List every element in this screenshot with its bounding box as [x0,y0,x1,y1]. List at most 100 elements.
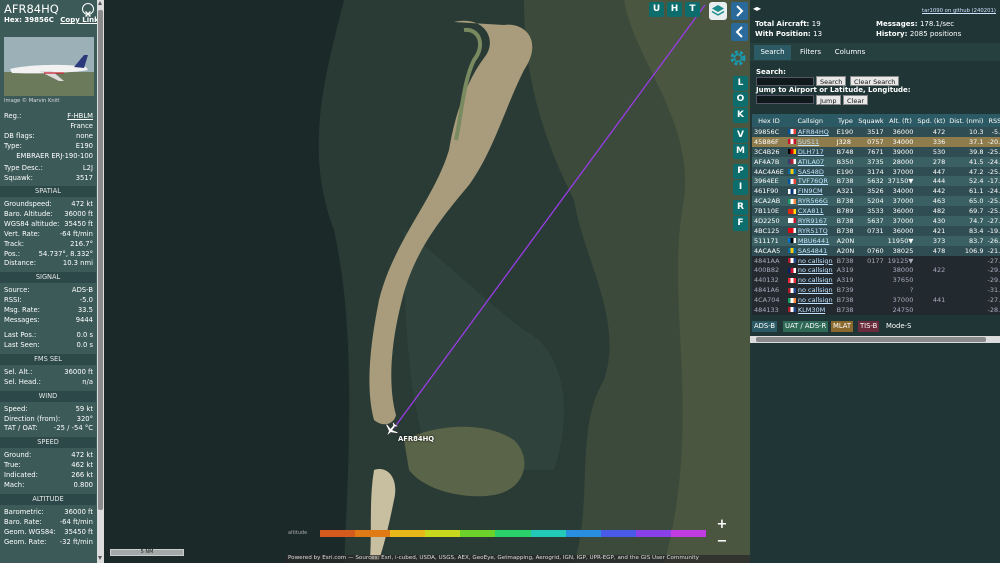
callsign-link[interactable]: RYR51TQ [798,227,828,235]
toggle-v-button[interactable]: V [733,128,748,143]
table-row[interactable]: 4D2250 RYR9167 B738 5637 37000 430 74.7-27.2 [752,216,1000,226]
search-button[interactable]: Search [816,76,847,86]
column-header[interactable]: RSSI [985,114,1000,127]
callsign-link[interactable]: no callsign [798,286,833,294]
altitude-cell: 37000 [892,197,914,206]
layers-button[interactable] [709,2,727,20]
map-view[interactable]: AFR84HQ U H T Powered by Esri.com — Sour… [104,0,750,563]
satellite-map[interactable] [104,0,750,563]
info-scrollbar-thumb[interactable] [98,10,103,510]
callsign-link[interactable]: TVF76QR [798,177,828,185]
table-row[interactable]: 461F90 FIN9CM A321 3526 34000 442 61.1-24.4 [752,186,1000,197]
table-row[interactable]: 7B110E CXA811 B789 3533 36000 482 69.7-25.9 [752,206,1000,217]
toggle-i-button[interactable]: I [733,180,748,195]
callsign-link[interactable]: no callsign [798,257,833,265]
toggle-l-button[interactable]: L [733,76,748,91]
info-scrollbar[interactable] [97,0,104,563]
column-header[interactable]: Callsign [785,114,835,127]
jump-input[interactable] [756,95,814,104]
toggle-h-button[interactable]: H [667,2,682,17]
callsign-link[interactable]: MBU6441 [798,237,829,245]
toggle-u-button[interactable]: U [649,2,664,17]
rssi-cell: -17.5 [987,177,1000,186]
callsign-link[interactable]: SUS11 [798,138,819,146]
tab-search[interactable]: Search [754,45,791,60]
table-row[interactable]: 4841A6 no callsignB739? -31.2 [752,285,1000,296]
callsign-link[interactable]: KLM30M [798,306,825,314]
toggle-t-button[interactable]: T [685,2,700,17]
expand-panel-button[interactable] [731,2,748,20]
toggle-p-button[interactable]: P [733,164,748,179]
callsign-link[interactable]: ATILA07 [798,158,824,166]
table-row[interactable]: 4841AA no callsignB738 017719125▼ -27.8 [752,255,1000,266]
speed-cell: 444 [932,177,946,186]
table-row[interactable]: 3C4B26 DLH717 B748 7671 39000 530 39.8-25.8 [752,146,1000,157]
altitude-color-swatch [670,530,707,537]
aircraft-photo[interactable] [4,37,94,96]
table-row[interactable]: 484133 KLM30M B738 24750 -28.1 [752,305,1000,315]
zoom-in-button[interactable]: + [714,518,730,532]
column-header[interactable]: Alt. (ft) [885,114,916,127]
column-header[interactable]: Squawk [856,114,886,127]
settings-button[interactable] [727,47,749,69]
toggle-m-button[interactable]: M [733,144,748,159]
close-info-button[interactable] [82,3,94,17]
callsign-link[interactable]: no callsign [798,296,833,304]
callsign-cell: no callsign [786,275,835,285]
scroll-down-icon[interactable] [98,556,102,560]
callsign-link[interactable]: no callsign [798,266,833,274]
toggle-r-button[interactable]: R [733,200,748,215]
table-row[interactable]: 39856C AFR84HQ E190 3517 36000 472 10.3 -5.0 [752,127,1000,137]
toggle-f-button[interactable]: F [733,216,748,231]
rssi-cell: -20.2 [987,137,1000,146]
callsign-link[interactable]: AFR84HQ [798,128,829,136]
callsign-link[interactable]: RYR9167 [798,217,827,225]
column-header[interactable]: Spd. (kt) [915,114,948,127]
tab-filters[interactable]: Filters [794,45,827,60]
table-row[interactable]: 4ACAA5 SAS4841 A20N 0760 38025 478 106.9-21.9 [752,245,1000,256]
column-header[interactable]: Hex ID [752,114,786,127]
collapse-panel-button[interactable] [731,23,748,41]
toggle-o-button[interactable]: O [733,92,748,107]
callsign-link[interactable]: CXA811 [798,207,824,215]
callsign-link[interactable]: SAS4841 [798,247,827,255]
table-row[interactable]: 4CA2AB RYR566G B738 5204 37000 463 65.0-25.8 [752,196,1000,207]
clear-search-button[interactable]: Clear Search [850,76,900,86]
column-header[interactable]: Type [834,114,857,127]
search-input[interactable] [756,77,814,86]
list-scrollbar-thumb[interactable] [756,337,986,342]
table-row[interactable]: 511171 MBU6441 A20N 11950▼ 373 83.7-26.8 [752,235,1000,246]
version-link[interactable]: tar1090 on github (240201) [922,8,996,14]
table-row[interactable]: 3964EE TVF76QR B738 563237150▼ 444 52.4-17.5 [752,176,1000,187]
country-row: France [0,122,96,132]
table-row[interactable]: 440132 no callsignA319 37650 -29.0 [752,275,1000,286]
callsign-link[interactable]: SAS48D [798,168,824,176]
table-row[interactable]: AF4A7B ATILA07 B350 3735 28000 278 41.5-24.6 [752,156,1000,167]
distance-cell: 106.9 [964,246,984,255]
table-row[interactable]: 4AC4A6E SAS48D E190 3174 37000 447 47.2-25.2 [752,166,1000,177]
callsign-link[interactable]: FIN9CM [798,187,823,195]
column-header[interactable]: Dist. (nmi) [947,114,986,127]
table-row[interactable]: 4CA704 no callsignB738 37000 441 -27.3 [752,295,1000,306]
copy-link[interactable]: Copy Link [60,16,98,24]
clear-button[interactable]: Clear [843,95,868,105]
squawk-value: 3517 [75,174,93,182]
jump-button[interactable]: Jump [816,95,841,105]
callsign-link[interactable]: RYR566G [798,197,828,205]
callsign-link[interactable]: DLH717 [798,148,824,156]
callsign-link[interactable]: no callsign [798,276,833,284]
toggle-k-button[interactable]: K [733,108,748,123]
speed-cell: 441 [932,296,946,305]
table-row[interactable]: 4BC125 RYR51TQ B738 0731 36000 421 83.4-19.9 [752,225,1000,236]
scroll-up-icon[interactable] [98,1,102,5]
zoom-out-button[interactable]: − [714,535,730,549]
table-row[interactable]: 45B86F SUS11 J328 0757 34000 336 37.1-20.2 [752,136,1000,147]
panel-arrows-icon[interactable]: ◂▸ [753,4,761,13]
rssi-cell: -25.8 [987,197,1000,206]
reg-value[interactable]: F-HBLM [67,112,93,120]
hex-cell: 440132 [754,276,779,285]
photo-credit[interactable]: Image © Marvin Knitl [4,98,60,104]
tab-columns[interactable]: Columns [830,45,870,60]
list-scrollbar[interactable] [750,336,1000,343]
table-row[interactable]: 400B82 no callsignA319 38000 422 -29.0 [752,265,1000,276]
